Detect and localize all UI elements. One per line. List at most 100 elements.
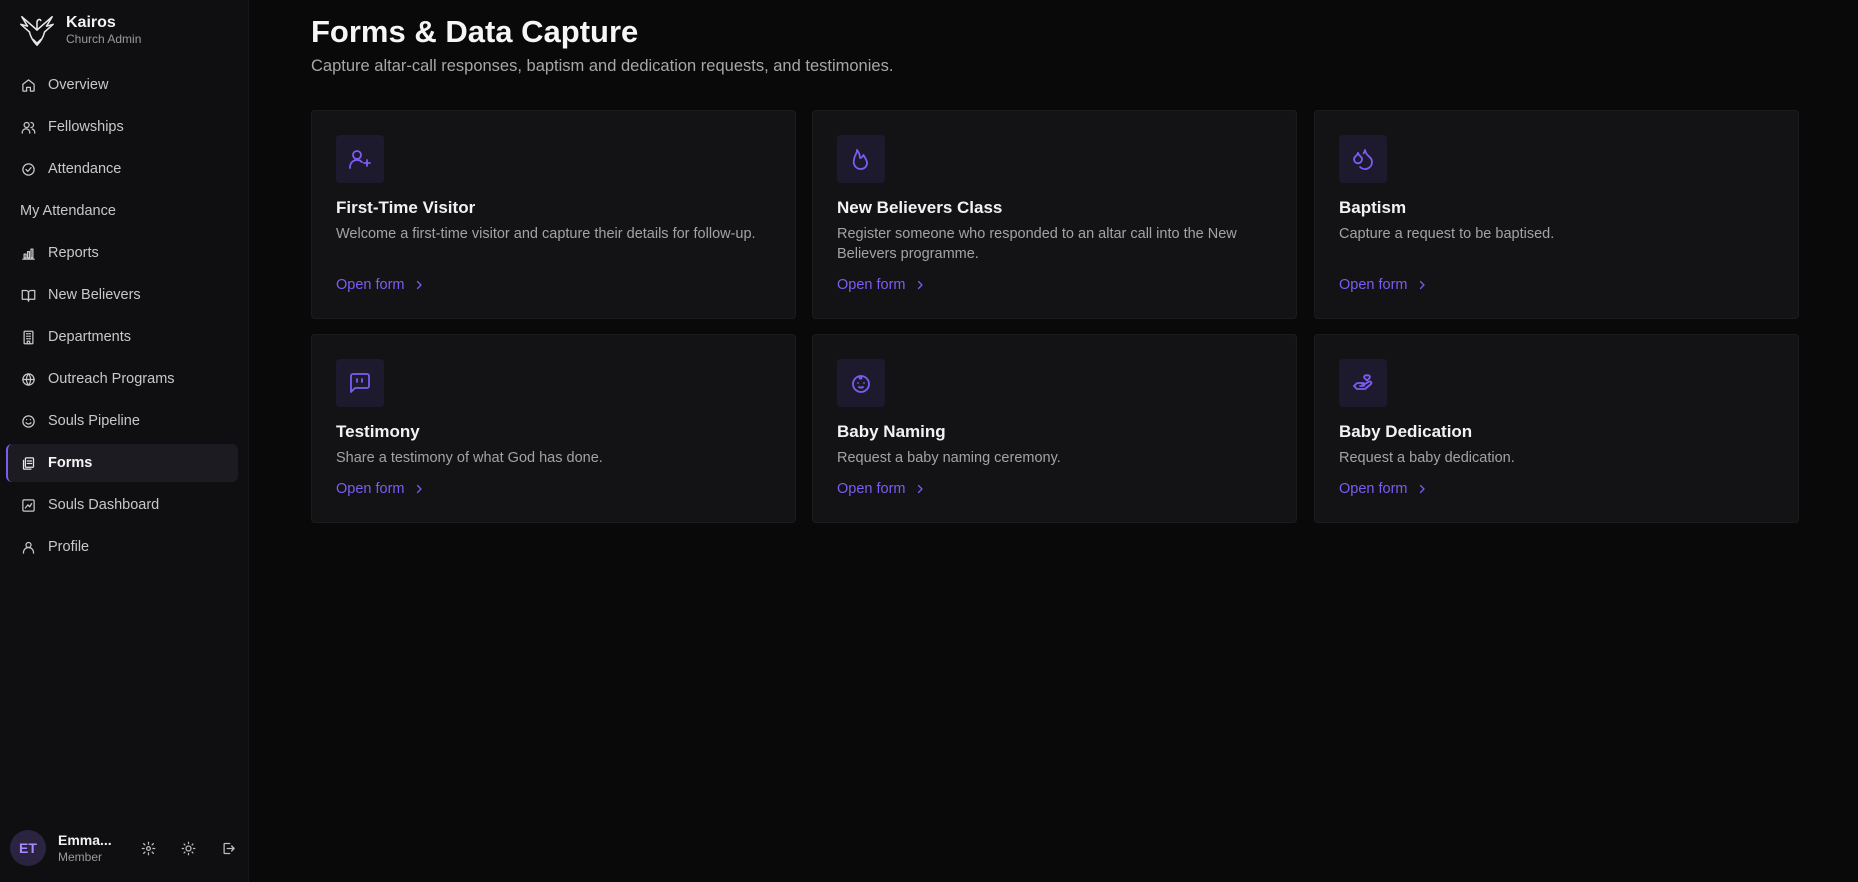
hand-heart-icon [1353,374,1373,390]
sidebar-item-outreach-programs[interactable]: Outreach Programs [6,360,238,398]
sidebar-item-label: New Believers [48,287,141,303]
message-quote-icon [350,373,370,393]
sidebar-item-label: My Attendance [20,203,116,219]
sidebar-item-label: Attendance [48,161,122,177]
sidebar-item-label: Souls Dashboard [48,497,160,513]
logout-button[interactable] [216,836,240,860]
sidebar-item-label: Overview [48,77,109,93]
form-card-baby-naming[interactable]: Baby Naming Request a baby naming ceremo… [812,334,1297,523]
brand-subtitle: Church Admin [66,32,142,46]
sidebar-item-reports[interactable]: Reports [6,234,238,272]
sidebar-item-souls-dashboard[interactable]: Souls Dashboard [6,486,238,524]
open-form-link[interactable]: Open form [837,481,926,497]
building-icon [20,329,36,345]
card-description: Welcome a first-time visitor and capture… [336,226,756,242]
chevron-right-icon [416,280,422,290]
sidebar-item-label: Departments [48,329,132,345]
sidebar-item-souls-pipeline[interactable]: Souls Pipeline [6,402,238,440]
sidebar-item-label: Profile [48,539,90,555]
card-icon-box [837,359,885,407]
card-description: Share a testimony of what God has done. [336,450,603,466]
sidebar-item-departments[interactable]: Departments [6,318,238,356]
form-card-new-believers-class[interactable]: New Believers Class Register someone who… [812,110,1297,319]
card-icon-box [336,359,384,407]
sidebar-item-label: Fellowships [48,119,124,135]
open-form-link[interactable]: Open form [336,481,425,497]
sun-icon [181,841,195,855]
open-form-link[interactable]: Open form [1339,277,1428,293]
logout-icon [223,842,235,854]
avatar[interactable]: ET [10,830,46,866]
sidebar-item-label: Reports [48,245,99,261]
open-form-label: Open form [837,481,906,497]
card-title: New Believers Class [837,198,1003,217]
files-icon [20,455,36,471]
open-form-label: Open form [336,277,405,293]
chevron-right-icon [917,484,923,494]
dashboard-icon [20,497,36,513]
page-title: Forms & Data Capture [311,14,639,49]
card-icon-box [336,135,384,183]
sidebar-item-label: Souls Pipeline [48,413,140,429]
book-open-icon [20,287,36,303]
settings-button[interactable] [136,836,160,860]
open-form-label: Open form [1339,481,1408,497]
open-form-label: Open form [837,277,906,293]
open-form-link[interactable]: Open form [837,277,926,293]
form-card-testimony[interactable]: Testimony Share a testimony of what God … [311,334,796,523]
chevron-right-icon [1419,280,1425,290]
globe-icon [20,371,36,387]
card-title: Baby Naming [837,422,946,441]
brand-name: Kairos [66,14,116,31]
card-icon-box [837,135,885,183]
form-card-first-time-visitor[interactable]: First-Time Visitor Welcome a first-time … [311,110,796,319]
users-icon [20,119,36,135]
open-form-link[interactable]: Open form [1339,481,1428,497]
droplets-icon [1353,149,1373,170]
gear-icon [141,841,155,855]
card-description: Request a baby dedication. [1339,450,1515,466]
open-form-label: Open form [1339,277,1408,293]
home-icon [20,77,36,93]
sidebar-item-overview[interactable]: Overview [6,66,238,104]
chevron-right-icon [1419,484,1425,494]
card-description: Request a baby naming ceremony. [837,450,1061,466]
sidebar-nav: Overview Fellowships Attendance My Atten… [6,66,238,570]
sidebar-item-label: Outreach Programs [48,371,175,387]
card-icon-box [1339,135,1387,183]
card-description: Register someone who responded to an alt… [837,226,1237,262]
user-plus-icon [349,150,371,169]
check-circle-icon [20,161,36,177]
chevron-right-icon [917,280,923,290]
open-form-link[interactable]: Open form [336,277,425,293]
card-title: First-Time Visitor [336,198,476,217]
sidebar-item-my-attendance[interactable]: My Attendance [6,192,238,230]
user-name: Emma... [58,831,112,848]
user-icon [20,539,36,555]
bar-chart-icon [20,245,36,261]
brand[interactable]: Kairos Church Admin [18,10,141,50]
baby-icon [852,375,870,393]
user-bar: ET Emma... Member [10,829,242,867]
sidebar-item-attendance[interactable]: Attendance [6,150,238,188]
page-subtitle: Capture altar-call responses, baptism an… [311,57,894,75]
card-title: Baby Dedication [1339,422,1473,441]
sidebar-item-profile[interactable]: Profile [6,528,238,566]
sidebar-item-label: Forms [48,455,93,471]
card-title: Baptism [1339,198,1407,217]
dove-logo-icon [20,15,54,46]
card-icon-box [1339,359,1387,407]
form-card-baptism[interactable]: Baptism Capture a request to be baptised… [1314,110,1799,319]
sidebar-item-fellowships[interactable]: Fellowships [6,108,238,146]
user-role: Member [58,849,103,864]
sidebar: Kairos Church Admin Overview Fellowships… [0,0,249,882]
form-card-baby-dedication[interactable]: Baby Dedication Request a baby dedicatio… [1314,334,1799,523]
card-description: Capture a request to be baptised. [1339,226,1555,242]
theme-toggle-button[interactable] [176,836,200,860]
smile-icon [20,413,36,429]
flame-icon [852,149,868,170]
sidebar-item-new-believers[interactable]: New Believers [6,276,238,314]
open-form-label: Open form [336,481,405,497]
chevron-right-icon [416,484,422,494]
sidebar-item-forms[interactable]: Forms [6,444,238,482]
